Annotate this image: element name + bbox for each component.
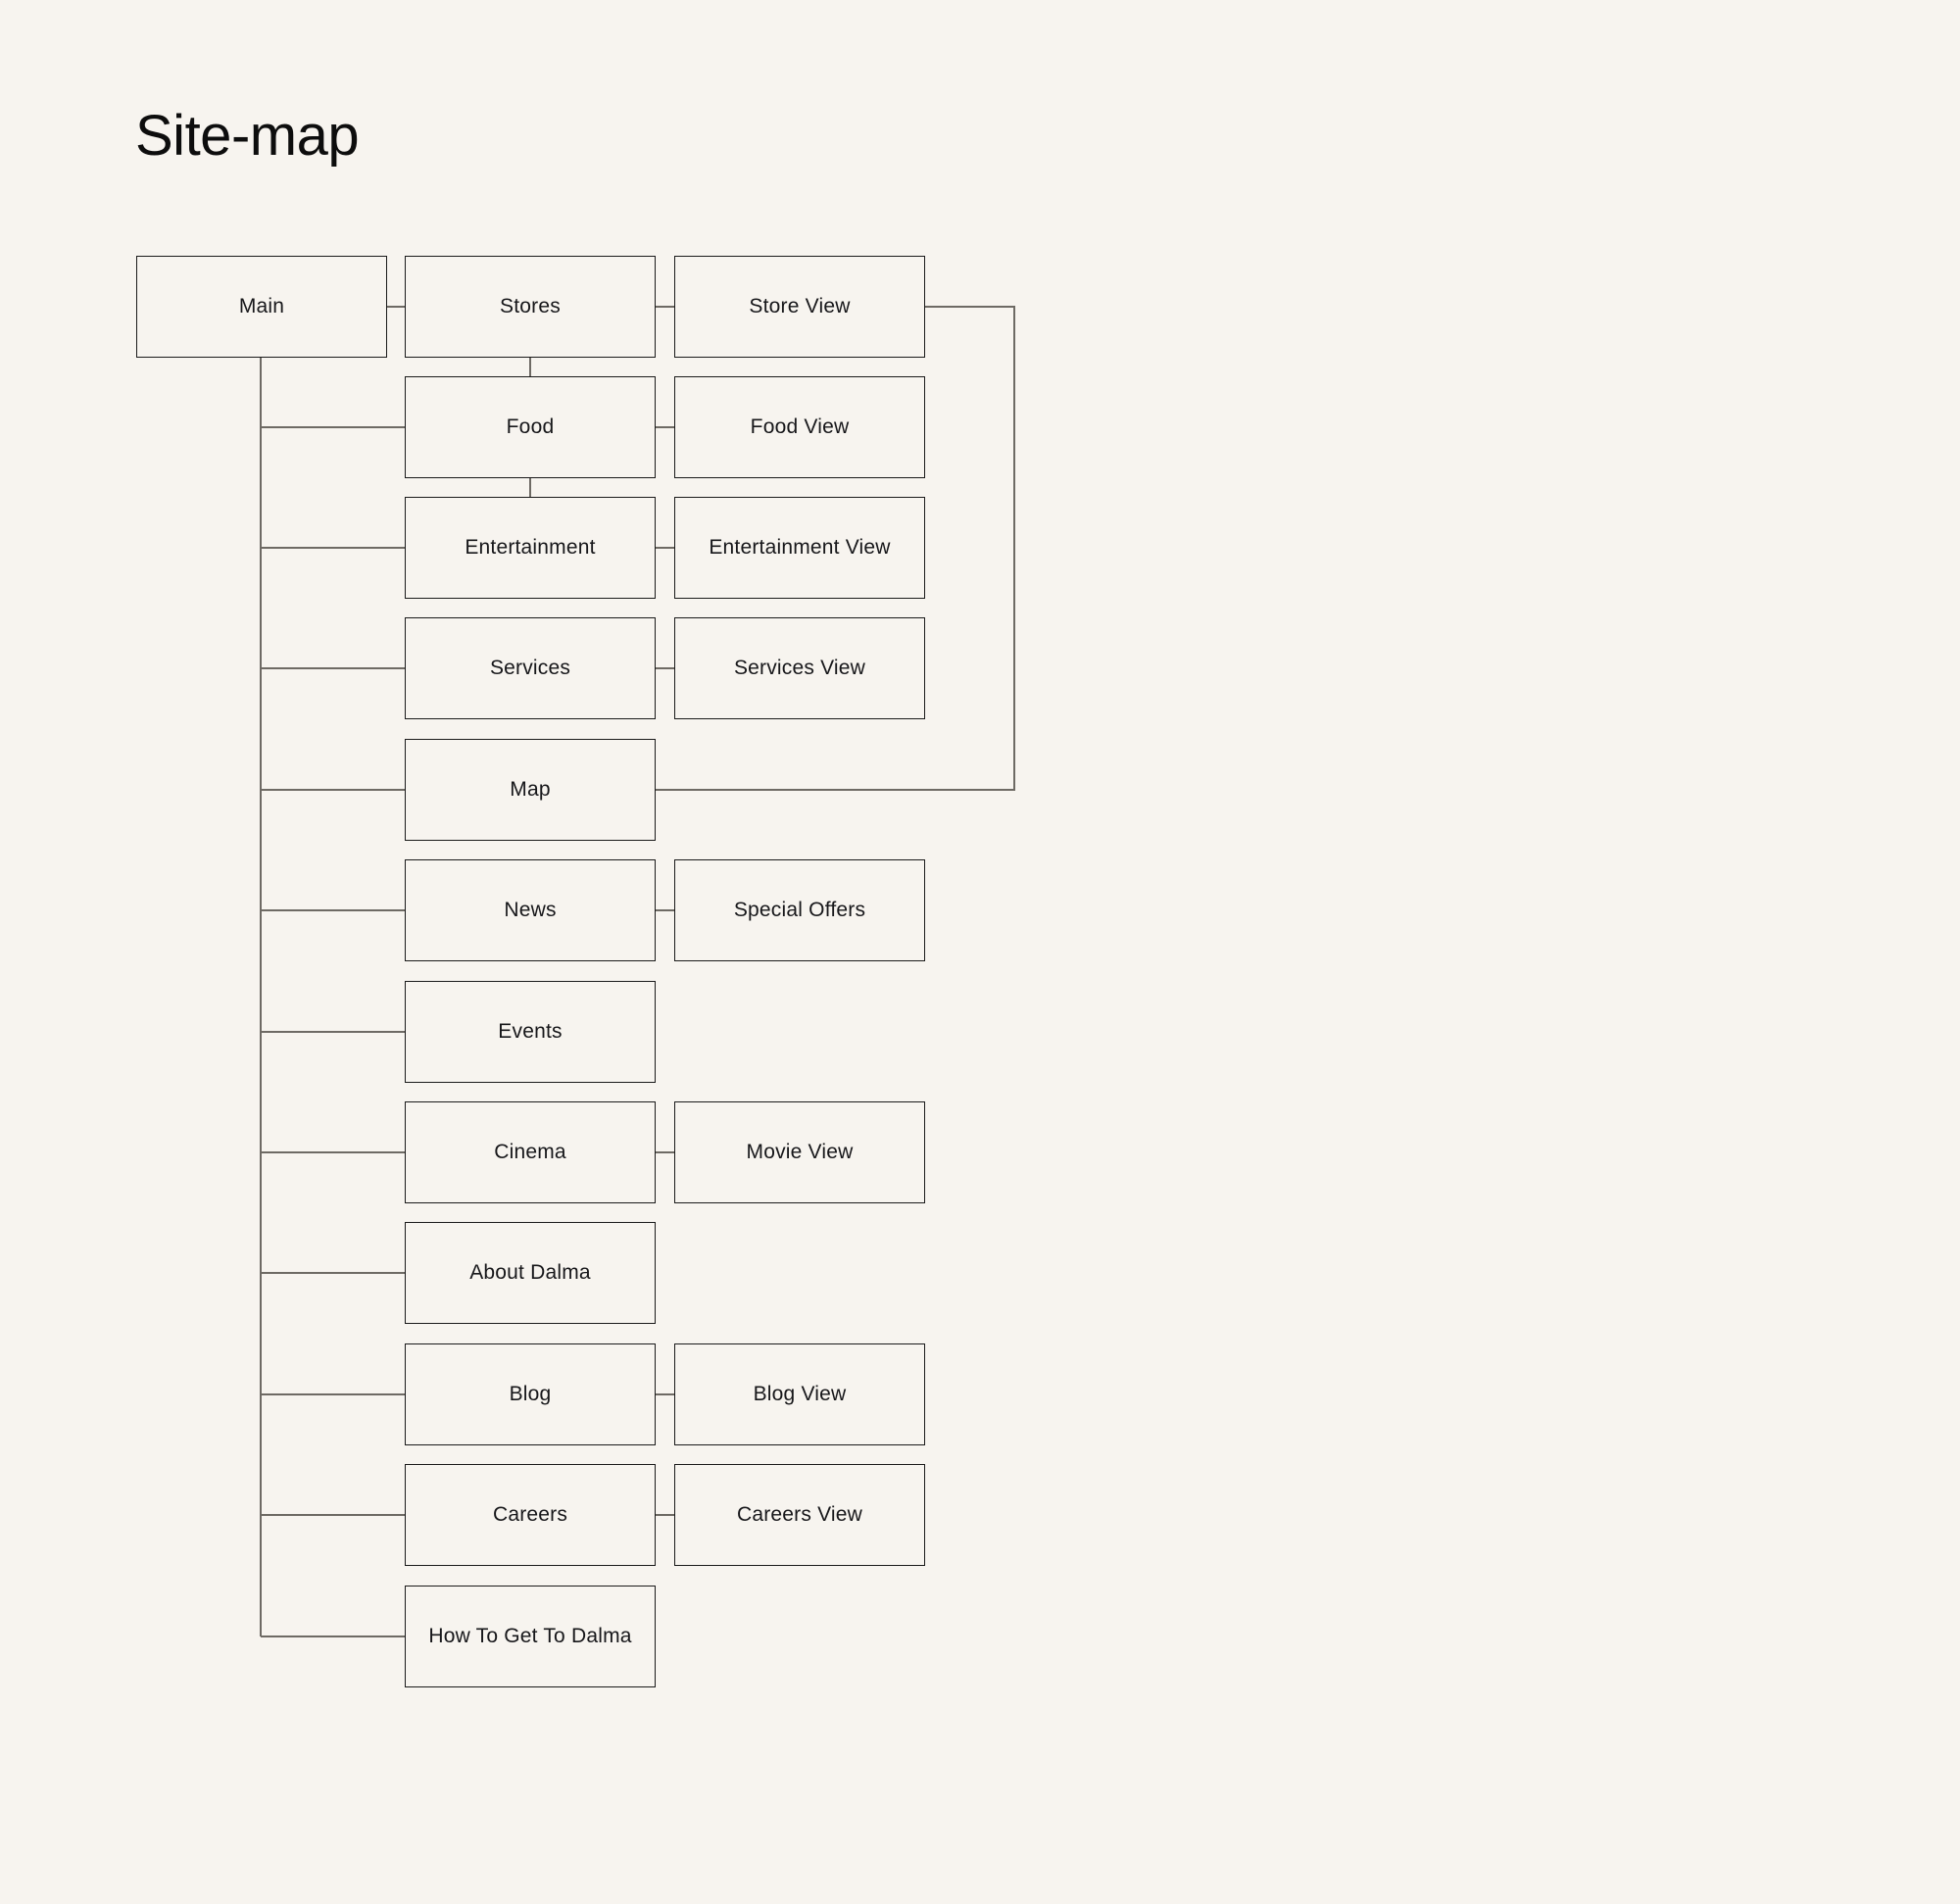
sitemap-node-services[interactable]: Services xyxy=(405,617,656,719)
sitemap-node-how-to-get[interactable]: How To Get To Dalma xyxy=(405,1586,656,1687)
sitemap-node-label: Food View xyxy=(750,415,850,439)
sitemap-node-label: News xyxy=(504,899,557,922)
sitemap-node-label: Map xyxy=(510,778,551,802)
sitemap-node-careers-view[interactable]: Careers View xyxy=(674,1464,925,1566)
sitemap-node-blog-view[interactable]: Blog View xyxy=(674,1343,925,1445)
sitemap-node-events[interactable]: Events xyxy=(405,981,656,1083)
sitemap-node-label: Careers xyxy=(492,1503,568,1527)
sitemap-node-label: Special Offers xyxy=(733,899,866,922)
sitemap-node-about-dalma[interactable]: About Dalma xyxy=(405,1222,656,1324)
sitemap-canvas: Site-map Main Stores Store View Food Food Vi… xyxy=(0,0,1960,1904)
sitemap-node-cinema[interactable]: Cinema xyxy=(405,1101,656,1203)
sitemap-node-special-offers[interactable]: Special Offers xyxy=(674,859,925,961)
sitemap-node-label: Services View xyxy=(733,657,866,680)
page-title: Site-map xyxy=(135,104,360,168)
sitemap-node-label: Services xyxy=(489,657,571,680)
sitemap-node-label: Entertainment xyxy=(465,536,596,560)
sitemap-node-label: Movie View xyxy=(746,1141,854,1164)
sitemap-node-label: Entertainment View xyxy=(709,536,891,560)
sitemap-node-main[interactable]: Main xyxy=(136,256,387,358)
sitemap-node-label: Main xyxy=(238,295,285,318)
sitemap-node-entertainment-view[interactable]: Entertainment View xyxy=(674,497,925,599)
sitemap-node-label: About Dalma xyxy=(469,1261,591,1285)
sitemap-node-store-view[interactable]: Store View xyxy=(674,256,925,358)
sitemap-node-services-view[interactable]: Services View xyxy=(674,617,925,719)
sitemap-node-stores[interactable]: Stores xyxy=(405,256,656,358)
sitemap-node-label: Blog View xyxy=(753,1383,847,1406)
sitemap-node-label: How To Get To Dalma xyxy=(428,1625,632,1648)
sitemap-node-label: Food xyxy=(506,415,555,439)
sitemap-node-careers[interactable]: Careers xyxy=(405,1464,656,1566)
sitemap-node-news[interactable]: News xyxy=(405,859,656,961)
sitemap-node-label: Cinema xyxy=(494,1141,566,1164)
sitemap-node-entertainment[interactable]: Entertainment xyxy=(405,497,656,599)
sitemap-node-food[interactable]: Food xyxy=(405,376,656,478)
sitemap-node-label: Stores xyxy=(500,295,561,318)
sitemap-node-label: Store View xyxy=(749,295,851,318)
sitemap-node-movie-view[interactable]: Movie View xyxy=(674,1101,925,1203)
sitemap-node-label: Careers View xyxy=(736,1503,863,1527)
sitemap-node-food-view[interactable]: Food View xyxy=(674,376,925,478)
sitemap-node-blog[interactable]: Blog xyxy=(405,1343,656,1445)
sitemap-node-label: Blog xyxy=(509,1383,552,1406)
sitemap-node-label: Events xyxy=(498,1020,563,1044)
sitemap-node-map[interactable]: Map xyxy=(405,739,656,841)
